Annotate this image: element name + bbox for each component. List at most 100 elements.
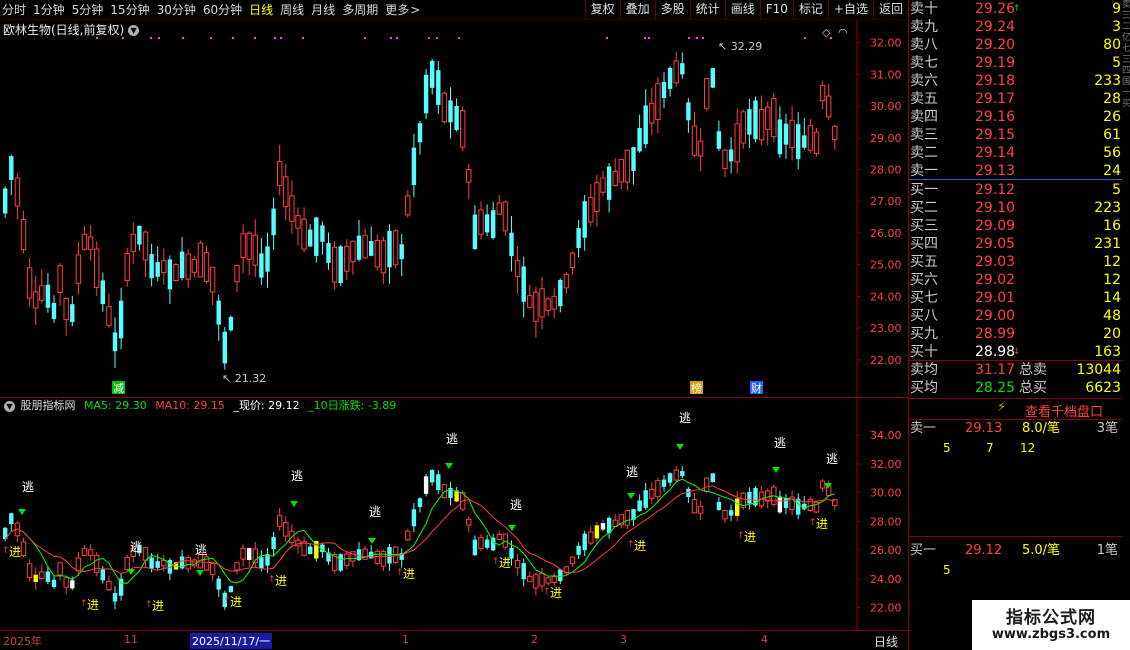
ask-level-row[interactable]: 卖一 29.13 24: [909, 162, 1121, 180]
candle-body: [582, 201, 587, 238]
period-tab[interactable]: 多周期: [342, 2, 378, 18]
entry-signal: 进: [275, 574, 287, 588]
ind-candle-body: [722, 510, 728, 520]
candle-body: [100, 280, 105, 305]
toolbar-action-button[interactable]: +自选: [827, 0, 873, 20]
stock-title[interactable]: 欧林生物(日线,前复权) ▼: [3, 21, 140, 38]
spread-divider: [909, 179, 1122, 180]
period-tab[interactable]: 日线: [249, 2, 273, 18]
toolbar-action-button[interactable]: 复权: [584, 0, 620, 20]
gear-icon[interactable]: ▼: [4, 400, 15, 412]
ind-candle-body: [405, 530, 411, 541]
queue-buy-label: 买一: [910, 543, 937, 558]
candle-body: [704, 78, 710, 109]
toolbar-action-button[interactable]: 返回: [872, 0, 908, 20]
candle-body: [521, 266, 526, 302]
candle-body: [491, 210, 496, 238]
bid-level-row[interactable]: 买五 29.03 12: [909, 253, 1121, 271]
bid-level-row[interactable]: 买二 29.10 223: [909, 199, 1121, 217]
level-price: 29.09: [975, 218, 1016, 234]
level-volume: 5: [1112, 55, 1121, 71]
candle-body: [680, 63, 685, 75]
level-volume: 24: [1103, 163, 1121, 179]
ind-candle-body: [716, 501, 722, 510]
entry-signal: 进: [230, 595, 242, 609]
indicator-name[interactable]: 股朋指标网: [21, 399, 76, 412]
candle-body: [301, 218, 307, 250]
toolbar-action-button[interactable]: 画线: [724, 0, 760, 20]
toolbar-action-button[interactable]: 统计: [689, 0, 725, 20]
period-tab[interactable]: 5分钟: [72, 2, 104, 18]
bid-level-row[interactable]: 买九 28.99 20: [909, 325, 1121, 343]
total-sell-value: 13044: [1076, 362, 1121, 378]
period-tab[interactable]: 60分钟: [203, 2, 242, 18]
candle-body: [14, 177, 21, 207]
level-price: 29.10: [975, 200, 1016, 216]
ask-level-row[interactable]: 卖七 29.19 5: [909, 54, 1121, 72]
chevron-down-icon[interactable]: ▼: [128, 25, 140, 36]
period-tab[interactable]: 分时: [2, 2, 26, 18]
price-tick-label: 22.00: [870, 354, 902, 367]
queue-sell-orders: 5 7 12: [909, 439, 1122, 457]
bid-level-row[interactable]: 买四 29.05 231: [909, 235, 1121, 253]
ind-candle-body: [100, 569, 105, 581]
candle-body: [216, 300, 221, 325]
ask-level-row[interactable]: 卖五 29.17 28: [909, 90, 1121, 108]
candle-body: [39, 285, 45, 301]
level-volume: 9: [1112, 1, 1121, 17]
chevron-right-icon[interactable]: >: [410, 2, 420, 18]
ask-level-row[interactable]: 卖六 29.18 233: [909, 72, 1121, 90]
ask-level-row[interactable]: 卖四 29.16 26: [909, 108, 1121, 126]
bid-level-row[interactable]: 买七 29.01 14: [909, 289, 1121, 307]
toolbar-action-button[interactable]: 标记: [792, 0, 828, 20]
indicator-chart[interactable]: 34.00 32.00 30.00 28.00 26.00 24.00 22.00 逃逃逃逃逃…: [0, 398, 908, 630]
ind-candle-body: [472, 539, 478, 556]
bid-level-row[interactable]: 买六 29.02 12: [909, 271, 1121, 289]
bid-level-row[interactable]: 买三 29.09 16: [909, 217, 1121, 235]
ind-candle-body: [39, 571, 45, 580]
ask-level-row[interactable]: 卖八 29.20 80: [909, 36, 1121, 54]
ask-level-row[interactable]: 卖二 29.14 56: [909, 144, 1121, 162]
level-price: 29.20: [975, 37, 1016, 53]
candle-body: [9, 156, 14, 180]
candle-body: [423, 74, 429, 114]
period-tab[interactable]: 15分钟: [110, 2, 149, 18]
period-tab[interactable]: 周线: [280, 2, 304, 18]
candle-body: [430, 60, 435, 88]
signal-dot: [364, 37, 366, 39]
ind-candle-body: [374, 550, 381, 564]
candle-body: [514, 260, 521, 278]
down-arrow-icon: ↓: [1013, 347, 1021, 357]
candle-body: [118, 300, 124, 339]
period-tab[interactable]: 30分钟: [157, 2, 196, 18]
ten-level-button[interactable]: ⚡ 查看千档盘口: [909, 398, 1122, 420]
bid-level-row[interactable]: 买八 29.00 48: [909, 307, 1121, 325]
ask-level-row[interactable]: 卖十 29.26 9 ↑: [909, 0, 1121, 18]
candle-body: [63, 297, 69, 321]
up-arrow-icon: ↑: [1013, 4, 1021, 14]
ask-level-row[interactable]: 卖三 29.15 61: [909, 126, 1121, 144]
indicator-canvas[interactable]: 34.0032.0030.0028.0026.0024.0022.00逃逃 逃逃逃…: [0, 398, 908, 630]
ind-candle-body: [576, 545, 581, 555]
toolbar-action-button[interactable]: F10: [759, 0, 793, 20]
toolbar-action-button[interactable]: 多股: [654, 0, 690, 20]
candle-body: [350, 240, 356, 263]
period-tabs: 分时 1分钟 5分钟 15分钟 30分钟 60分钟 日线 周线 月线 多周期 更多>: [2, 2, 427, 18]
period-tab[interactable]: 更多: [385, 2, 409, 18]
period-tab[interactable]: 月线: [311, 2, 335, 18]
escape-signal: 逃: [679, 411, 691, 425]
ind-candle-body: [240, 547, 246, 560]
bid-level-row[interactable]: 买十 28.98 163 ↓: [909, 343, 1121, 361]
level-volume: 16: [1103, 218, 1121, 234]
period-tab[interactable]: 1分钟: [33, 2, 65, 18]
ask-level-row[interactable]: 卖九 29.24 3: [909, 18, 1121, 36]
candle-body: [289, 195, 295, 222]
period-label[interactable]: 日线: [874, 633, 898, 650]
price-tick-label: 31.00: [870, 68, 902, 81]
kline-chart[interactable]: 32.00 31.00 30.00 29.00 28.00 27.00 26.00 25.00…: [0, 20, 908, 398]
kline-canvas[interactable]: 32.00 31.00 30.00 29.00 28.00 27.00 26.00 25.00…: [0, 20, 908, 398]
bid-level-row[interactable]: 买一 29.12 5: [909, 181, 1121, 199]
toolbar-action-button[interactable]: 叠加: [619, 0, 655, 20]
candle-body: [203, 252, 210, 283]
ind-candle-body: [283, 522, 289, 537]
